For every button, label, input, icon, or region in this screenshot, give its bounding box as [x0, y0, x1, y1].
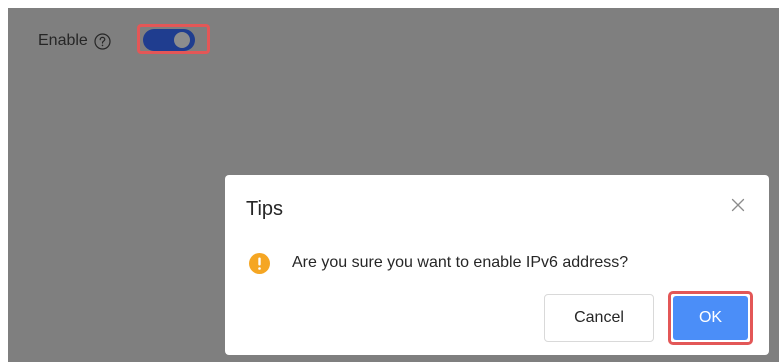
ok-button[interactable]: OK: [673, 296, 748, 340]
cancel-button[interactable]: Cancel: [544, 294, 654, 342]
enable-label: Enable: [38, 32, 88, 49]
exclamation-circle-icon: [249, 253, 270, 274]
close-icon[interactable]: [731, 198, 745, 212]
toggle-knob: [174, 32, 190, 48]
enable-row: Enable: [38, 27, 111, 55]
tips-dialog: Tips Are you sure you want to enable IPv…: [225, 175, 769, 355]
question-circle-icon[interactable]: [94, 32, 111, 50]
dialog-message: Are you sure you want to enable IPv6 add…: [292, 254, 629, 271]
enable-toggle[interactable]: [143, 29, 195, 51]
dialog-title: Tips: [246, 198, 284, 220]
